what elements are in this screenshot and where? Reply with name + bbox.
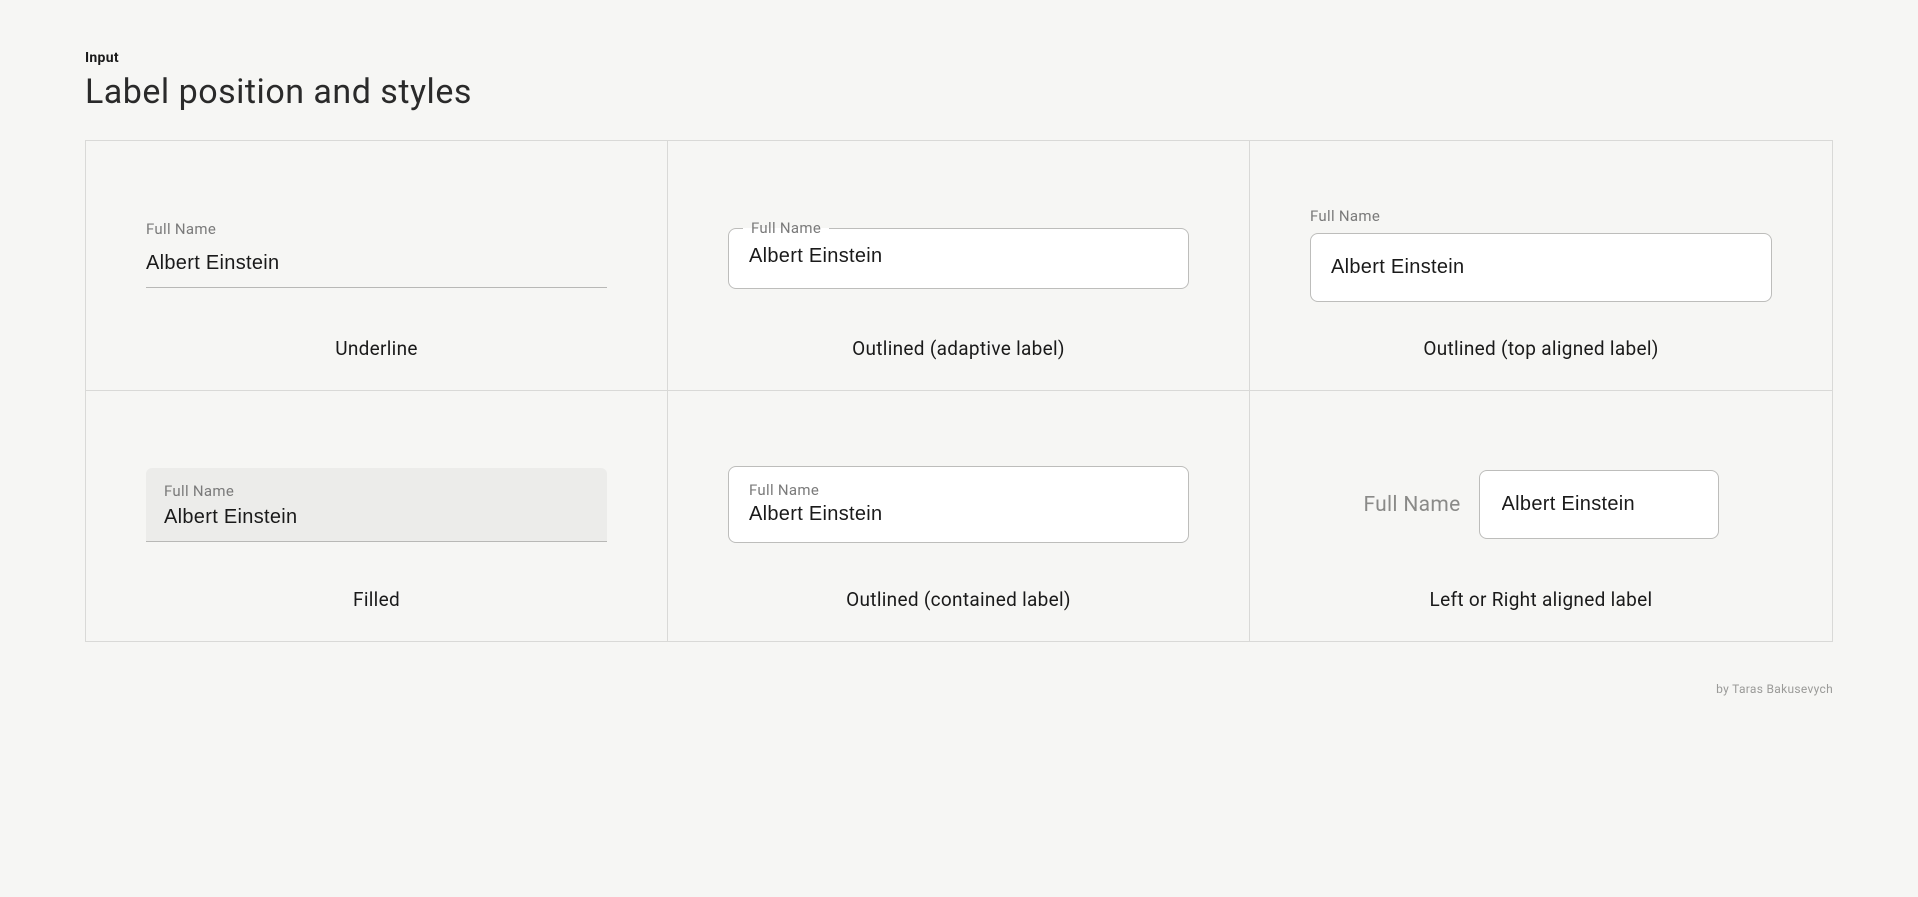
example-area: Full Name [728, 191, 1189, 317]
text-input-underline[interactable] [146, 248, 607, 288]
example-area: Full Name [146, 191, 607, 317]
filled-field-wrap: Full Name [146, 468, 607, 542]
example-area: Full Name [1310, 191, 1772, 317]
top-field-wrap: Full Name [1310, 207, 1772, 302]
example-area: Full Name [728, 441, 1189, 568]
examples-grid: Full Name Underline Full Name Outlined (… [85, 140, 1833, 642]
adaptive-fieldset: Full Name [728, 219, 1189, 289]
example-area: Full Name [1310, 441, 1772, 568]
overline: Input [85, 50, 1833, 66]
attribution: by Taras Bakusevych [85, 682, 1833, 696]
example-outlined-adaptive: Full Name Outlined (adaptive label) [668, 141, 1250, 391]
example-underline: Full Name Underline [86, 141, 668, 391]
example-caption: Outlined (contained label) [846, 588, 1071, 611]
field-label: Full Name [146, 220, 607, 238]
field-label: Full Name [1310, 207, 1772, 225]
field-label: Full Name [1363, 493, 1460, 517]
contained-field-wrap: Full Name [728, 466, 1189, 543]
page-title: Label position and styles [85, 72, 1833, 112]
example-outlined-top: Full Name Outlined (top aligned label) [1250, 141, 1832, 391]
example-caption: Outlined (adaptive label) [852, 337, 1065, 360]
example-area: Full Name [146, 441, 607, 568]
underline-field-wrap: Full Name [146, 220, 607, 288]
page-header: Input Label position and styles [85, 50, 1833, 112]
text-input-side-aligned[interactable] [1479, 470, 1719, 539]
example-caption: Left or Right aligned label [1430, 588, 1653, 611]
example-caption: Filled [353, 588, 400, 611]
field-label: Full Name [743, 219, 829, 237]
example-caption: Underline [335, 337, 418, 360]
example-filled: Full Name Filled [86, 391, 668, 641]
example-side-aligned: Full Name Left or Right aligned label [1250, 391, 1832, 641]
text-input-outlined-contained[interactable] [749, 503, 1168, 526]
adaptive-field-wrap: Full Name [728, 219, 1189, 289]
field-label: Full Name [164, 482, 589, 500]
text-input-outlined-top[interactable] [1310, 233, 1772, 302]
example-caption: Outlined (top aligned label) [1423, 337, 1658, 360]
field-label: Full Name [749, 481, 1168, 499]
side-field-wrap: Full Name [1310, 470, 1772, 539]
text-input-outlined-adaptive[interactable] [729, 237, 1188, 288]
text-input-filled[interactable] [164, 506, 589, 529]
example-outlined-contained: Full Name Outlined (contained label) [668, 391, 1250, 641]
